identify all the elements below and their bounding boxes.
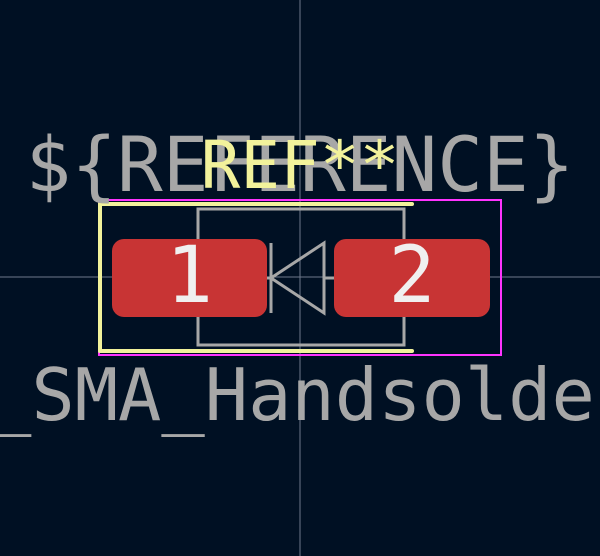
pad-2-number: 2 bbox=[389, 231, 436, 321]
footprint-editor-canvas[interactable]: 1 2 ${REFERENCE} REF** _SMA_Handsolderin… bbox=[0, 0, 600, 556]
pad-1[interactable]: 1 bbox=[112, 231, 267, 321]
pad-1-number: 1 bbox=[166, 231, 213, 321]
value-field-text[interactable]: _SMA_Handsoldering bbox=[0, 353, 600, 437]
pad-2[interactable]: 2 bbox=[334, 231, 490, 321]
reference-designator-text[interactable]: REF** bbox=[201, 127, 400, 204]
